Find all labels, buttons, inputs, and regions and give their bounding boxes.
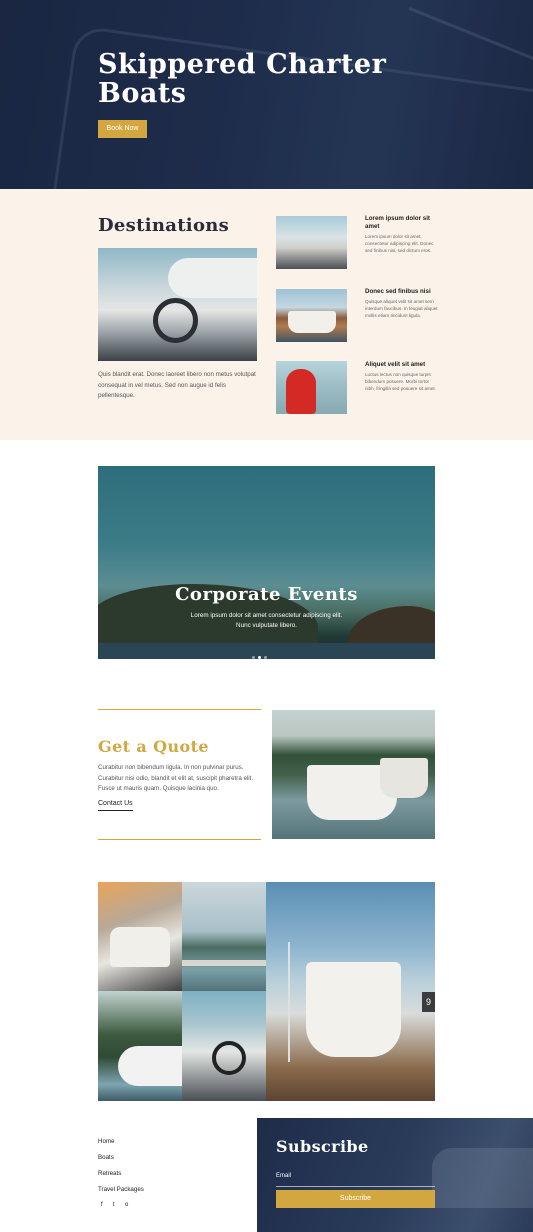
destinations-description: Quis blandit erat. Donec laoreet libero …: [98, 371, 256, 399]
footer-link-home[interactable]: Home: [98, 1138, 115, 1145]
footer-link-retreats[interactable]: Retreats: [98, 1170, 121, 1177]
destination-item-body-3: Luctus lectus non quisque turpis bibendu…: [365, 372, 436, 392]
subscribe-button[interactable]: Subscribe: [276, 1190, 435, 1208]
destination-thumb-1[interactable]: [276, 216, 347, 269]
quote-title: Get a Quote: [98, 737, 209, 756]
instagram-icon[interactable]: o: [125, 1202, 128, 1208]
slider-dots: [252, 646, 282, 659]
sailboat-mast: [288, 942, 290, 1062]
boat-bow: [118, 1046, 182, 1086]
destinations-main-image: [98, 248, 257, 361]
gallery-image-5[interactable]: 9: [266, 882, 435, 1101]
subscribe-boat-image: [432, 1148, 533, 1208]
yacht-shape: [306, 962, 401, 1057]
destination-thumb-3[interactable]: [276, 361, 347, 414]
twitter-icon[interactable]: t: [113, 1202, 115, 1208]
corporate-events-banner[interactable]: [98, 466, 435, 659]
boat-shape: [288, 311, 336, 333]
corporate-events-text-line2: Nunc vulputate libero.: [236, 621, 297, 629]
subscribe-title: Subscribe: [276, 1137, 369, 1156]
footer-link-travel-packages[interactable]: Travel Packages: [98, 1186, 144, 1193]
dock: [182, 960, 266, 966]
gallery-image-4[interactable]: [182, 991, 266, 1101]
gallery-image-1[interactable]: [98, 882, 182, 991]
quote-marina-image: [272, 710, 435, 839]
captain-arm: [168, 258, 257, 298]
slider-dot[interactable]: [252, 656, 255, 659]
email-label: Email: [276, 1173, 292, 1179]
destination-item-body-1: Lorem ipsum dolor sit amet, consectetur …: [365, 234, 434, 254]
boat-seat: [110, 927, 170, 967]
destination-item-title-1[interactable]: Lorem ipsum dolor sit amet: [365, 215, 440, 230]
facebook-icon[interactable]: f: [101, 1202, 103, 1208]
yacht-shape-2: [380, 758, 428, 798]
hero-title: Skippered Charter Boats: [98, 49, 387, 109]
contact-us-link[interactable]: Contact Us: [98, 800, 133, 811]
destinations-section: Destinations Quis blandit erat. Donec la…: [0, 189, 533, 440]
steering-wheel: [212, 1041, 246, 1075]
destination-item-title-3[interactable]: Aliquet velit sit amet: [365, 361, 440, 369]
slider-dot[interactable]: [264, 656, 267, 659]
dock-sign: 9: [422, 992, 435, 1012]
person-red-jacket: [286, 369, 316, 414]
footer-link-boats[interactable]: Boats: [98, 1154, 114, 1161]
corporate-events-text: Lorem ipsum dolor sit amet consectetur a…: [98, 611, 435, 630]
quote-bottom-rule: [98, 839, 261, 840]
corporate-events-title: Corporate Events: [175, 584, 358, 605]
destinations-title: Destinations: [98, 215, 230, 236]
slider-dot-active[interactable]: [258, 656, 261, 659]
gallery-image-2[interactable]: [182, 882, 266, 991]
quote-body: Curabitur non bibendum ligula. In non pu…: [98, 764, 254, 792]
corporate-events-text-line1: Lorem ipsum dolor sit amet consectetur a…: [190, 612, 343, 619]
subscribe-panel: [257, 1118, 533, 1232]
gallery-image-3[interactable]: [98, 991, 182, 1101]
steering-wheel: [153, 298, 198, 343]
email-input[interactable]: [276, 1186, 435, 1187]
book-now-button[interactable]: Book Now: [98, 120, 147, 138]
quote-top-rule: [98, 709, 261, 710]
destination-item-body-2: Quisque aliquet velit sit amet sem inter…: [365, 299, 438, 319]
destination-thumb-2[interactable]: [276, 289, 347, 342]
destination-item-title-2[interactable]: Donec sed finibus nisi: [365, 288, 440, 296]
